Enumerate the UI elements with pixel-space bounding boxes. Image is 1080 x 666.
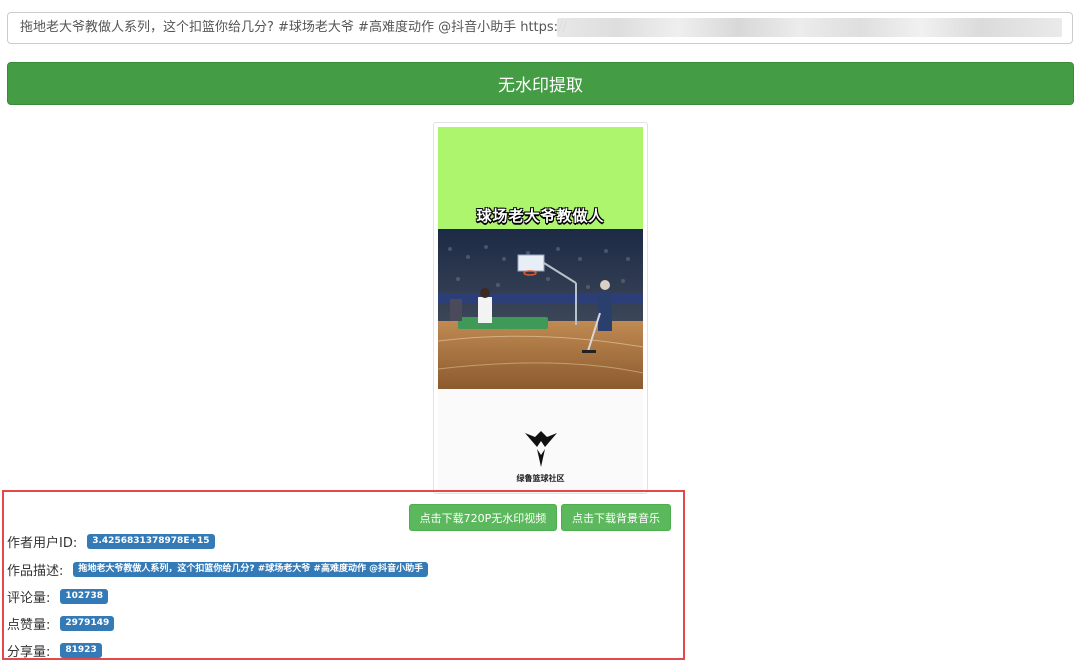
likes-label: 点赞量: [7,617,51,633]
author-id-badge: 3.4256831378978E+15 [87,533,215,549]
shares-label: 分享量: [7,644,51,660]
basketball-court-scene [438,229,643,389]
description-row: 作品描述: 拖地老大爷教做人系列，这个扣篮你给几分? #球场老大爷 #高难度动作… [7,560,429,579]
comments-badge: 102738 [60,588,108,604]
shares-row: 分享量: 81923 [7,641,102,660]
video-thumbnail-frame: 球场老大爷教做人 绿鲁篮球社区 [433,122,648,494]
comments-label: 评论量: [7,590,51,606]
extract-no-watermark-button[interactable]: 无水印提取 [7,62,1074,105]
thumbnail-logo-text: 绿鲁篮球社区 [516,473,565,483]
description-label: 作品描述: [7,563,64,579]
description-badge: 拖地老大爷教做人系列，这个扣篮你给几分? #球场老大爷 #高难度动作 @抖音小助… [73,561,429,577]
blurred-url-region [557,18,1062,37]
comments-row: 评论量: 102738 [7,587,108,606]
shares-badge: 81923 [60,642,102,658]
likes-row: 点赞量: 2979149 [7,614,115,633]
download-music-button[interactable]: 点击下载背景音乐 [561,504,671,531]
thumbnail-overlay-title: 球场老大爷教做人 [476,207,605,225]
author-id-label: 作者用户ID: [7,535,78,551]
likes-badge: 2979149 [60,615,115,631]
download-video-button[interactable]: 点击下载720P无水印视频 [409,504,557,531]
author-id-row: 作者用户ID: 3.4256831378978E+15 [7,532,215,551]
kobe-logo-icon [521,427,561,471]
